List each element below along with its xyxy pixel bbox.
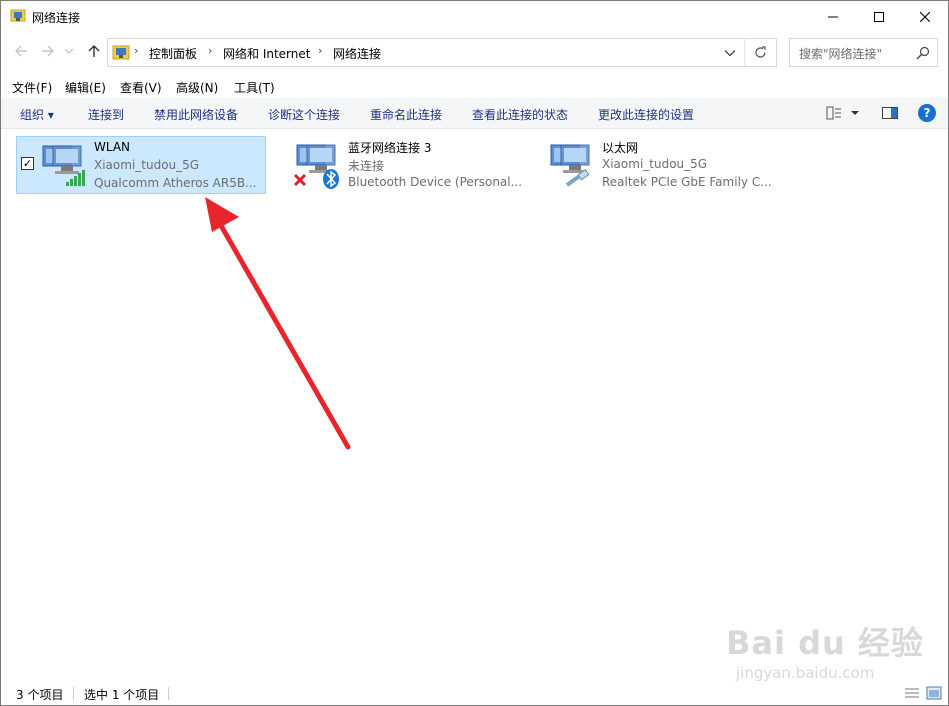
wireless-network-icon bbox=[42, 145, 85, 186]
title-bar: 网络连接 bbox=[1, 1, 948, 32]
details-view-icon[interactable] bbox=[904, 686, 920, 700]
search-icon bbox=[916, 46, 930, 60]
window-title: 网络连接 bbox=[32, 11, 81, 25]
large-icons-view-icon[interactable] bbox=[926, 686, 942, 700]
menu-edit[interactable]: 编辑(E) bbox=[65, 79, 106, 96]
connection-device: Qualcomm Atheros AR5B... bbox=[94, 176, 257, 190]
menu-advanced[interactable]: 高级(N) bbox=[176, 79, 218, 96]
search-input[interactable]: 搜索"网络连接" bbox=[789, 38, 938, 67]
breadcrumb-network-connections[interactable]: 网络连接 bbox=[333, 45, 381, 62]
maximize-icon bbox=[874, 11, 884, 22]
recent-locations-button[interactable] bbox=[62, 39, 76, 63]
network-connections-window: 网络连接 › 控制面板 › 网络和 Internet › 网络连接 搜索"网络连… bbox=[0, 0, 949, 706]
menu-file[interactable]: 文件(F) bbox=[12, 79, 52, 96]
diagnose-button[interactable]: 诊断这个连接 bbox=[268, 106, 340, 123]
maximize-button[interactable] bbox=[856, 1, 902, 32]
arrow-up-icon bbox=[88, 45, 100, 57]
item-checkbox[interactable]: ✓ bbox=[21, 157, 34, 170]
minimize-icon bbox=[828, 16, 838, 17]
breadcrumb-separator: › bbox=[318, 44, 323, 57]
search-placeholder: 搜索"网络连接" bbox=[799, 47, 883, 61]
control-panel-icon bbox=[112, 45, 130, 60]
view-status-button[interactable]: 查看此连接的状态 bbox=[472, 106, 568, 123]
chevron-down-icon bbox=[65, 48, 73, 54]
refresh-icon bbox=[755, 46, 766, 58]
connection-list: ✓ WLAN Xiaomi_tudou_5G Qualcomm Atheros … bbox=[1, 129, 948, 679]
network-folder-icon bbox=[10, 9, 26, 22]
command-bar: 组织 ▾ 连接到 禁用此网络设备 诊断这个连接 重命名此连接 查看此连接的状态 … bbox=[1, 98, 948, 129]
status-divider bbox=[73, 687, 74, 700]
item-count: 3 个项目 bbox=[16, 688, 64, 702]
menu-tools[interactable]: 工具(T) bbox=[234, 79, 275, 96]
arrow-right-icon bbox=[42, 45, 54, 57]
baidu-jingyan-watermark: Bai du 经验 jingyan.baidu.com bbox=[726, 618, 923, 688]
up-button[interactable] bbox=[83, 39, 105, 63]
address-dropdown-button[interactable] bbox=[717, 39, 743, 66]
connection-name: 以太网 bbox=[602, 141, 639, 155]
close-icon bbox=[920, 11, 930, 22]
chevron-down-icon bbox=[725, 49, 735, 56]
connection-device: Bluetooth Device (Personal... bbox=[348, 175, 523, 189]
connection-name: 蓝牙网络连接 3 bbox=[348, 141, 432, 155]
breadcrumb-separator: › bbox=[134, 44, 139, 57]
selected-count: 选中 1 个项目 bbox=[84, 688, 160, 702]
breadcrumb-network-internet[interactable]: 网络和 Internet bbox=[223, 45, 310, 62]
preview-pane-icon[interactable] bbox=[881, 104, 899, 122]
watermark-url-text: jingyan.baidu.com bbox=[736, 664, 875, 682]
connection-network: Xiaomi_tudou_5G bbox=[94, 158, 200, 172]
breadcrumb-separator: › bbox=[208, 44, 213, 57]
view-options-icon[interactable] bbox=[825, 104, 843, 122]
connection-item-bluetooth[interactable]: 蓝牙网络连接 3 未连接 Bluetooth Device (Personal.… bbox=[271, 136, 523, 194]
organize-button[interactable]: 组织 ▾ bbox=[20, 106, 54, 123]
arrow-left-icon bbox=[15, 45, 27, 57]
forward-button[interactable] bbox=[37, 39, 59, 63]
refresh-button[interactable] bbox=[744, 39, 776, 66]
menu-bar: 文件(F) 编辑(E) 查看(V) 高级(N) 工具(T) bbox=[1, 75, 948, 98]
close-button[interactable] bbox=[902, 1, 948, 32]
change-settings-button[interactable]: 更改此连接的设置 bbox=[598, 106, 694, 123]
connection-item-wlan[interactable]: ✓ WLAN Xiaomi_tudou_5G Qualcomm Atheros … bbox=[16, 136, 266, 194]
minimize-button[interactable] bbox=[810, 1, 856, 32]
back-button[interactable] bbox=[10, 39, 32, 63]
connection-name: WLAN bbox=[94, 140, 131, 154]
disable-device-button[interactable]: 禁用此网络设备 bbox=[154, 106, 238, 123]
chevron-down-icon[interactable] bbox=[849, 104, 861, 122]
status-divider bbox=[168, 687, 169, 700]
watermark-main-text: Bai du 经验 bbox=[726, 624, 924, 662]
connect-to-button[interactable]: 连接到 bbox=[88, 106, 124, 123]
ethernet-network-icon bbox=[550, 144, 590, 187]
rename-button[interactable]: 重命名此连接 bbox=[370, 106, 442, 123]
bluetooth-network-icon bbox=[293, 144, 339, 189]
connection-network: Xiaomi_tudou_5G bbox=[602, 157, 708, 171]
help-button[interactable]: ? bbox=[918, 104, 936, 122]
connection-item-ethernet[interactable]: 以太网 Xiaomi_tudou_5G Realtek PCIe GbE Fam… bbox=[525, 136, 775, 194]
connection-status: 未连接 bbox=[348, 159, 385, 173]
address-bar[interactable]: › 控制面板 › 网络和 Internet › 网络连接 bbox=[107, 38, 777, 67]
menu-view[interactable]: 查看(V) bbox=[120, 79, 162, 96]
connection-device: Realtek PCIe GbE Family C... bbox=[602, 175, 772, 189]
breadcrumb-control-panel[interactable]: 控制面板 bbox=[149, 45, 197, 62]
